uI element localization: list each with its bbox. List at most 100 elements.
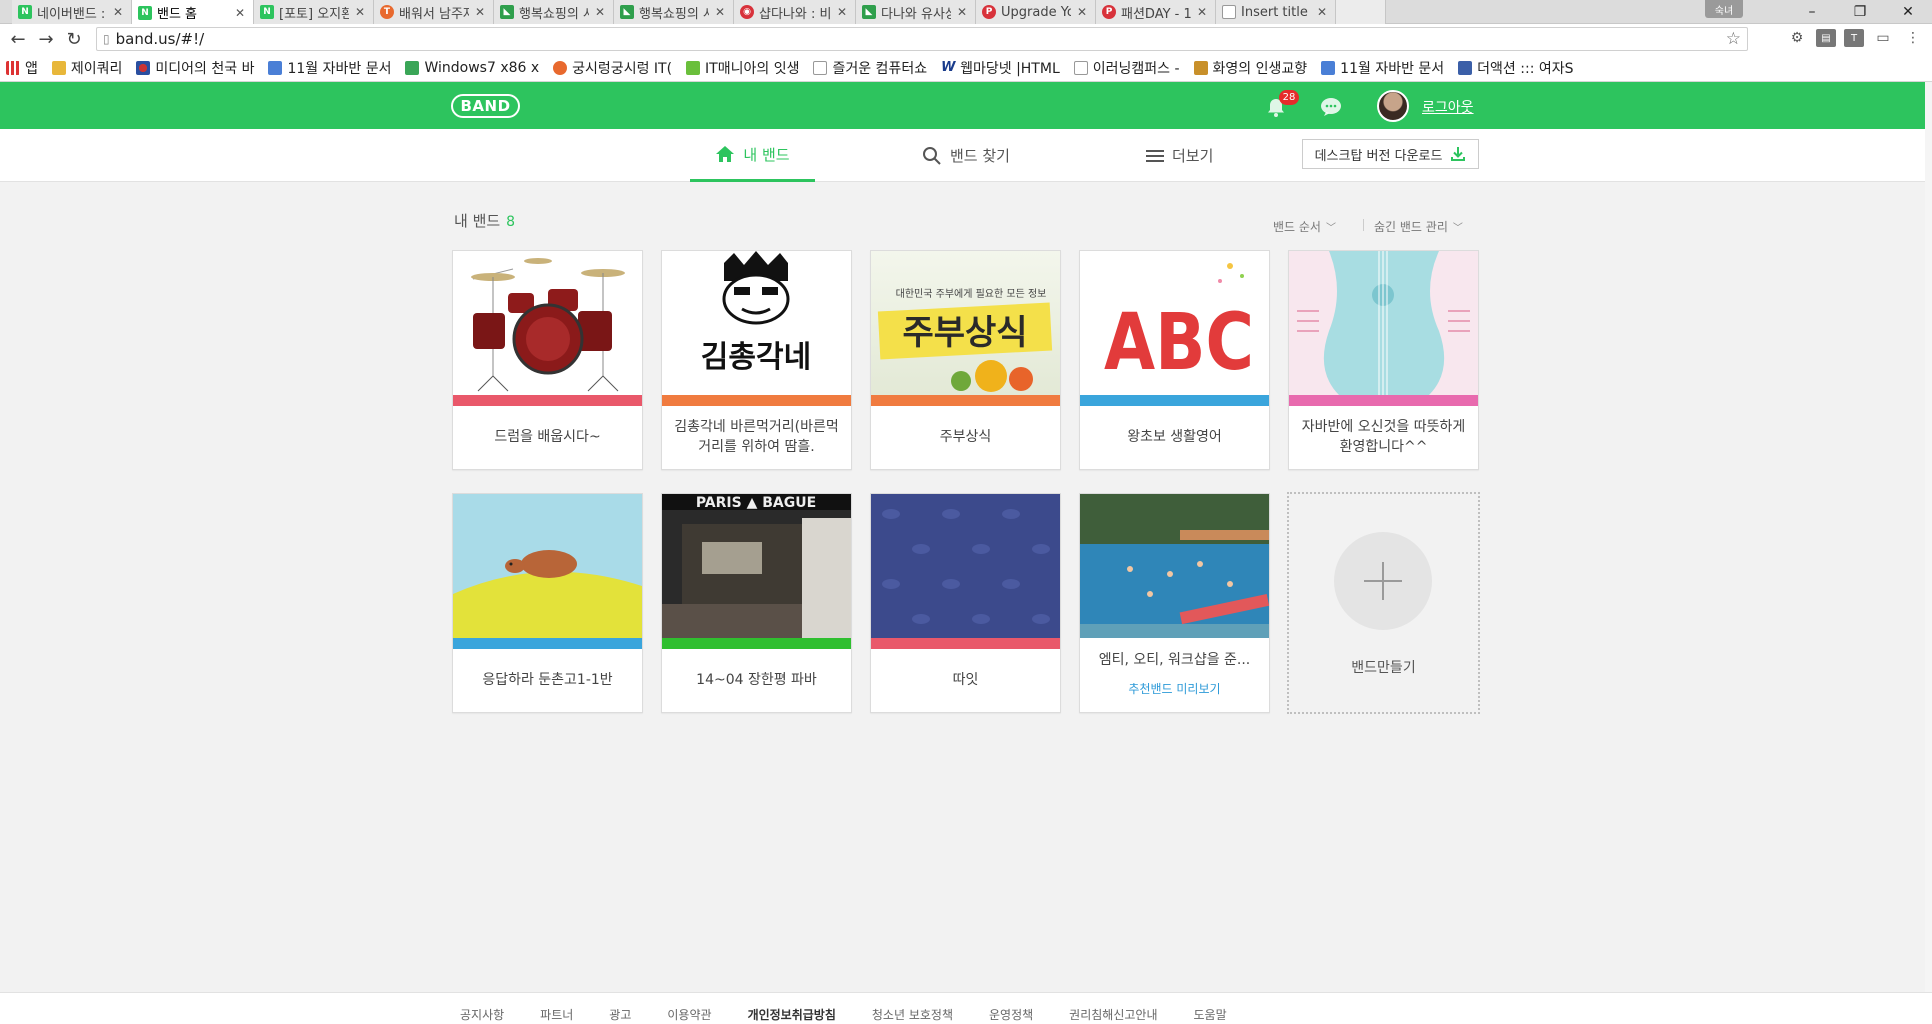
bookmark-apps[interactable]: 앱 xyxy=(6,58,38,78)
bookmark-item[interactable]: 즐거운 컴퓨터쇼 xyxy=(813,58,927,78)
band-card-java[interactable]: 자바반에 오신것을 따뜻하게 환영합니다^^ xyxy=(1288,250,1479,470)
hidden-band-manage-dropdown[interactable]: 숨긴 밴드 관리 ﹀ xyxy=(1374,218,1463,235)
browser-tab[interactable]: P Upgrade You ✕ xyxy=(976,0,1096,24)
close-icon[interactable]: ✕ xyxy=(473,5,487,19)
tab-my-band[interactable]: 내 밴드 xyxy=(690,129,815,182)
browser-tab[interactable]: N 네이버밴드 : ✕ xyxy=(12,0,132,24)
footer-link-privacy[interactable]: 개인정보취급방침 xyxy=(748,1006,836,1023)
tab-label: 샵다나와 : 비 xyxy=(759,6,831,22)
band-name: 엠티, 오티, 워크샵을 준... xyxy=(1098,652,1251,668)
footer-link-notice[interactable]: 공지사항 xyxy=(460,1006,504,1023)
desktop-download-button[interactable]: 데스크탑 버전 다운로드 xyxy=(1302,139,1479,169)
hamburger-menu-icon xyxy=(1146,149,1164,162)
tistory-icon xyxy=(553,60,568,75)
profile-tag[interactable]: 숙녀 xyxy=(1705,0,1743,18)
danawa-favicon-icon: ◉ xyxy=(740,5,754,19)
browser-tab[interactable]: T 배워서 남주자 ✕ xyxy=(374,0,494,24)
band-logo[interactable]: BAND xyxy=(451,94,520,118)
scrollbar[interactable] xyxy=(1925,82,1932,1024)
card-color-bar xyxy=(1289,395,1478,406)
bookmark-item[interactable]: IT매니아의 잇생 xyxy=(686,58,799,78)
footer-links: 공지사항 파트너 광고 이용약관 개인정보취급방침 청소년 보호정책 운영정책 … xyxy=(460,1006,1263,1023)
restore-icon[interactable]: ❐ xyxy=(1836,0,1884,24)
browser-tab[interactable]: N [포토] 오지환 ✕ xyxy=(254,0,374,24)
band-card-paba[interactable]: PARIS ▲ BAGUE 14~04 장한평 파바 xyxy=(661,493,852,713)
bookmark-star-icon[interactable]: ☆ xyxy=(1726,29,1741,49)
bookmark-item[interactable]: Windows7 x86 x xyxy=(405,60,539,76)
folder-icon xyxy=(51,60,66,75)
forward-icon[interactable]: → xyxy=(32,25,60,53)
create-band-button[interactable]: 밴드만들기 xyxy=(1287,492,1480,714)
footer-link-youth[interactable]: 청소년 보호정책 xyxy=(872,1006,953,1023)
browser-tab[interactable]: P 패션DAY - 11 ✕ xyxy=(1096,0,1216,24)
card-color-bar xyxy=(453,638,642,649)
footer: 공지사항 파트너 광고 이용약관 개인정보취급방침 청소년 보호정책 운영정책 … xyxy=(0,992,1932,1024)
tab-more[interactable]: 더보기 xyxy=(1146,129,1213,182)
tab-find-band[interactable]: 밴드 찾기 xyxy=(922,129,1010,182)
bookmark-item[interactable]: 11월 자바반 문서 xyxy=(268,58,391,78)
band-order-dropdown[interactable]: 밴드 순서 ﹀ xyxy=(1273,218,1336,235)
footer-link-ads[interactable]: 광고 xyxy=(609,1006,631,1023)
bookmark-item[interactable]: 미디어의 천국 바 xyxy=(136,58,254,78)
minimize-icon[interactable]: – xyxy=(1788,0,1836,24)
extension-icon[interactable]: ▤ xyxy=(1816,29,1836,47)
site-icon xyxy=(1458,60,1473,75)
settings-gear-icon[interactable]: ⚙ xyxy=(1786,27,1808,49)
bookmark-item[interactable]: W 웹마당넷 |HTML xyxy=(941,58,1060,78)
close-window-icon[interactable]: ✕ xyxy=(1884,0,1932,24)
browser-tab[interactable]: ◉ 샵다나와 : 비 ✕ xyxy=(734,0,856,24)
footer-link-rights[interactable]: 권리침해신고안내 xyxy=(1069,1006,1157,1023)
bookmark-item[interactable]: 이러닝캠퍼스 - xyxy=(1073,58,1180,78)
bookmark-label: 제이쿼리 xyxy=(70,60,123,77)
browser-tab[interactable]: Insert title he ✕ xyxy=(1216,0,1336,24)
browser-tab[interactable]: ◣ 행복쇼핑의 시 ✕ xyxy=(614,0,734,24)
bookmark-item[interactable]: 화영의 인생교향 xyxy=(1193,58,1307,78)
bookmark-item[interactable]: 11월 자바반 문서 xyxy=(1321,58,1444,78)
chat-icon[interactable] xyxy=(1320,97,1342,117)
close-icon[interactable]: ✕ xyxy=(1315,5,1329,19)
band-card-ttait[interactable]: 따잇 xyxy=(870,493,1061,713)
card-color-bar xyxy=(871,638,1060,649)
close-icon[interactable]: ✕ xyxy=(233,6,247,20)
avatar[interactable] xyxy=(1377,90,1409,122)
band-card-drum[interactable]: 드럼을 배웁시다~ xyxy=(452,250,643,470)
band-name: 따잇 xyxy=(952,672,979,688)
url-input[interactable]: ▯ band.us/#!/ ☆ xyxy=(96,27,1748,51)
footer-link-partner[interactable]: 파트너 xyxy=(540,1006,573,1023)
footer-link-terms[interactable]: 이용약관 xyxy=(667,1006,711,1023)
band-card-mt[interactable]: 엠티, 오티, 워크샵을 준... 추천밴드 미리보기 xyxy=(1079,493,1270,713)
band-card-dunchon[interactable]: 응답하라 둔촌고1-1반 xyxy=(452,493,643,713)
browser-tab[interactable]: ◣ 행복쇼핑의 시 ✕ xyxy=(494,0,614,24)
text-extension-icon[interactable]: T xyxy=(1844,29,1864,47)
new-tab-button[interactable] xyxy=(1336,0,1386,24)
bookmark-item[interactable]: 제이쿼리 xyxy=(51,58,123,78)
back-icon[interactable]: ← xyxy=(4,25,32,53)
close-icon[interactable]: ✕ xyxy=(713,5,727,19)
reload-icon[interactable]: ↻ xyxy=(60,25,88,53)
band-card-jubu[interactable]: 대한민국 주부에게 필요한 모든 정보 주부상식 주부상식 xyxy=(870,250,1061,470)
recommended-band-preview-link[interactable]: 추천밴드 미리보기 xyxy=(1080,680,1269,697)
footer-link-help[interactable]: 도움말 xyxy=(1194,1006,1227,1023)
close-icon[interactable]: ✕ xyxy=(1075,5,1089,19)
browser-tab[interactable]: ◣ 다나와 유사상 ✕ xyxy=(856,0,976,24)
band-card-kim[interactable]: 김총각네 김총각네 바른먹거리(바른먹거리를 위하여 땀흘. xyxy=(661,250,852,470)
bookmark-item[interactable]: 더액션 ::: 여자S xyxy=(1458,58,1574,78)
close-icon[interactable]: ✕ xyxy=(835,5,849,19)
close-icon[interactable]: ✕ xyxy=(1195,5,1209,19)
browser-tab-active[interactable]: N 밴드 홈 ✕ xyxy=(132,0,254,25)
divider xyxy=(1363,219,1364,231)
footer-link-policy[interactable]: 운영정책 xyxy=(989,1006,1033,1023)
band-favicon-icon: N xyxy=(138,5,152,20)
band-card-english[interactable]: ABC 왕초보 생활영어 xyxy=(1079,250,1270,470)
bookmark-item[interactable]: 궁시렁궁시렁 IT( xyxy=(553,58,672,78)
pool-photo-image xyxy=(1080,494,1269,638)
menu-icon[interactable]: ⋮ xyxy=(1902,27,1924,49)
close-icon[interactable]: ✕ xyxy=(955,5,969,19)
close-icon[interactable]: ✕ xyxy=(111,5,125,19)
close-icon[interactable]: ✕ xyxy=(593,5,607,19)
bookmark-label: 더액션 ::: 여자S xyxy=(1477,60,1574,77)
cast-icon[interactable]: ▭ xyxy=(1872,27,1894,49)
shop-favicon-icon: ◣ xyxy=(620,5,634,19)
logout-link[interactable]: 로그아웃 xyxy=(1422,97,1474,117)
close-icon[interactable]: ✕ xyxy=(353,5,367,19)
